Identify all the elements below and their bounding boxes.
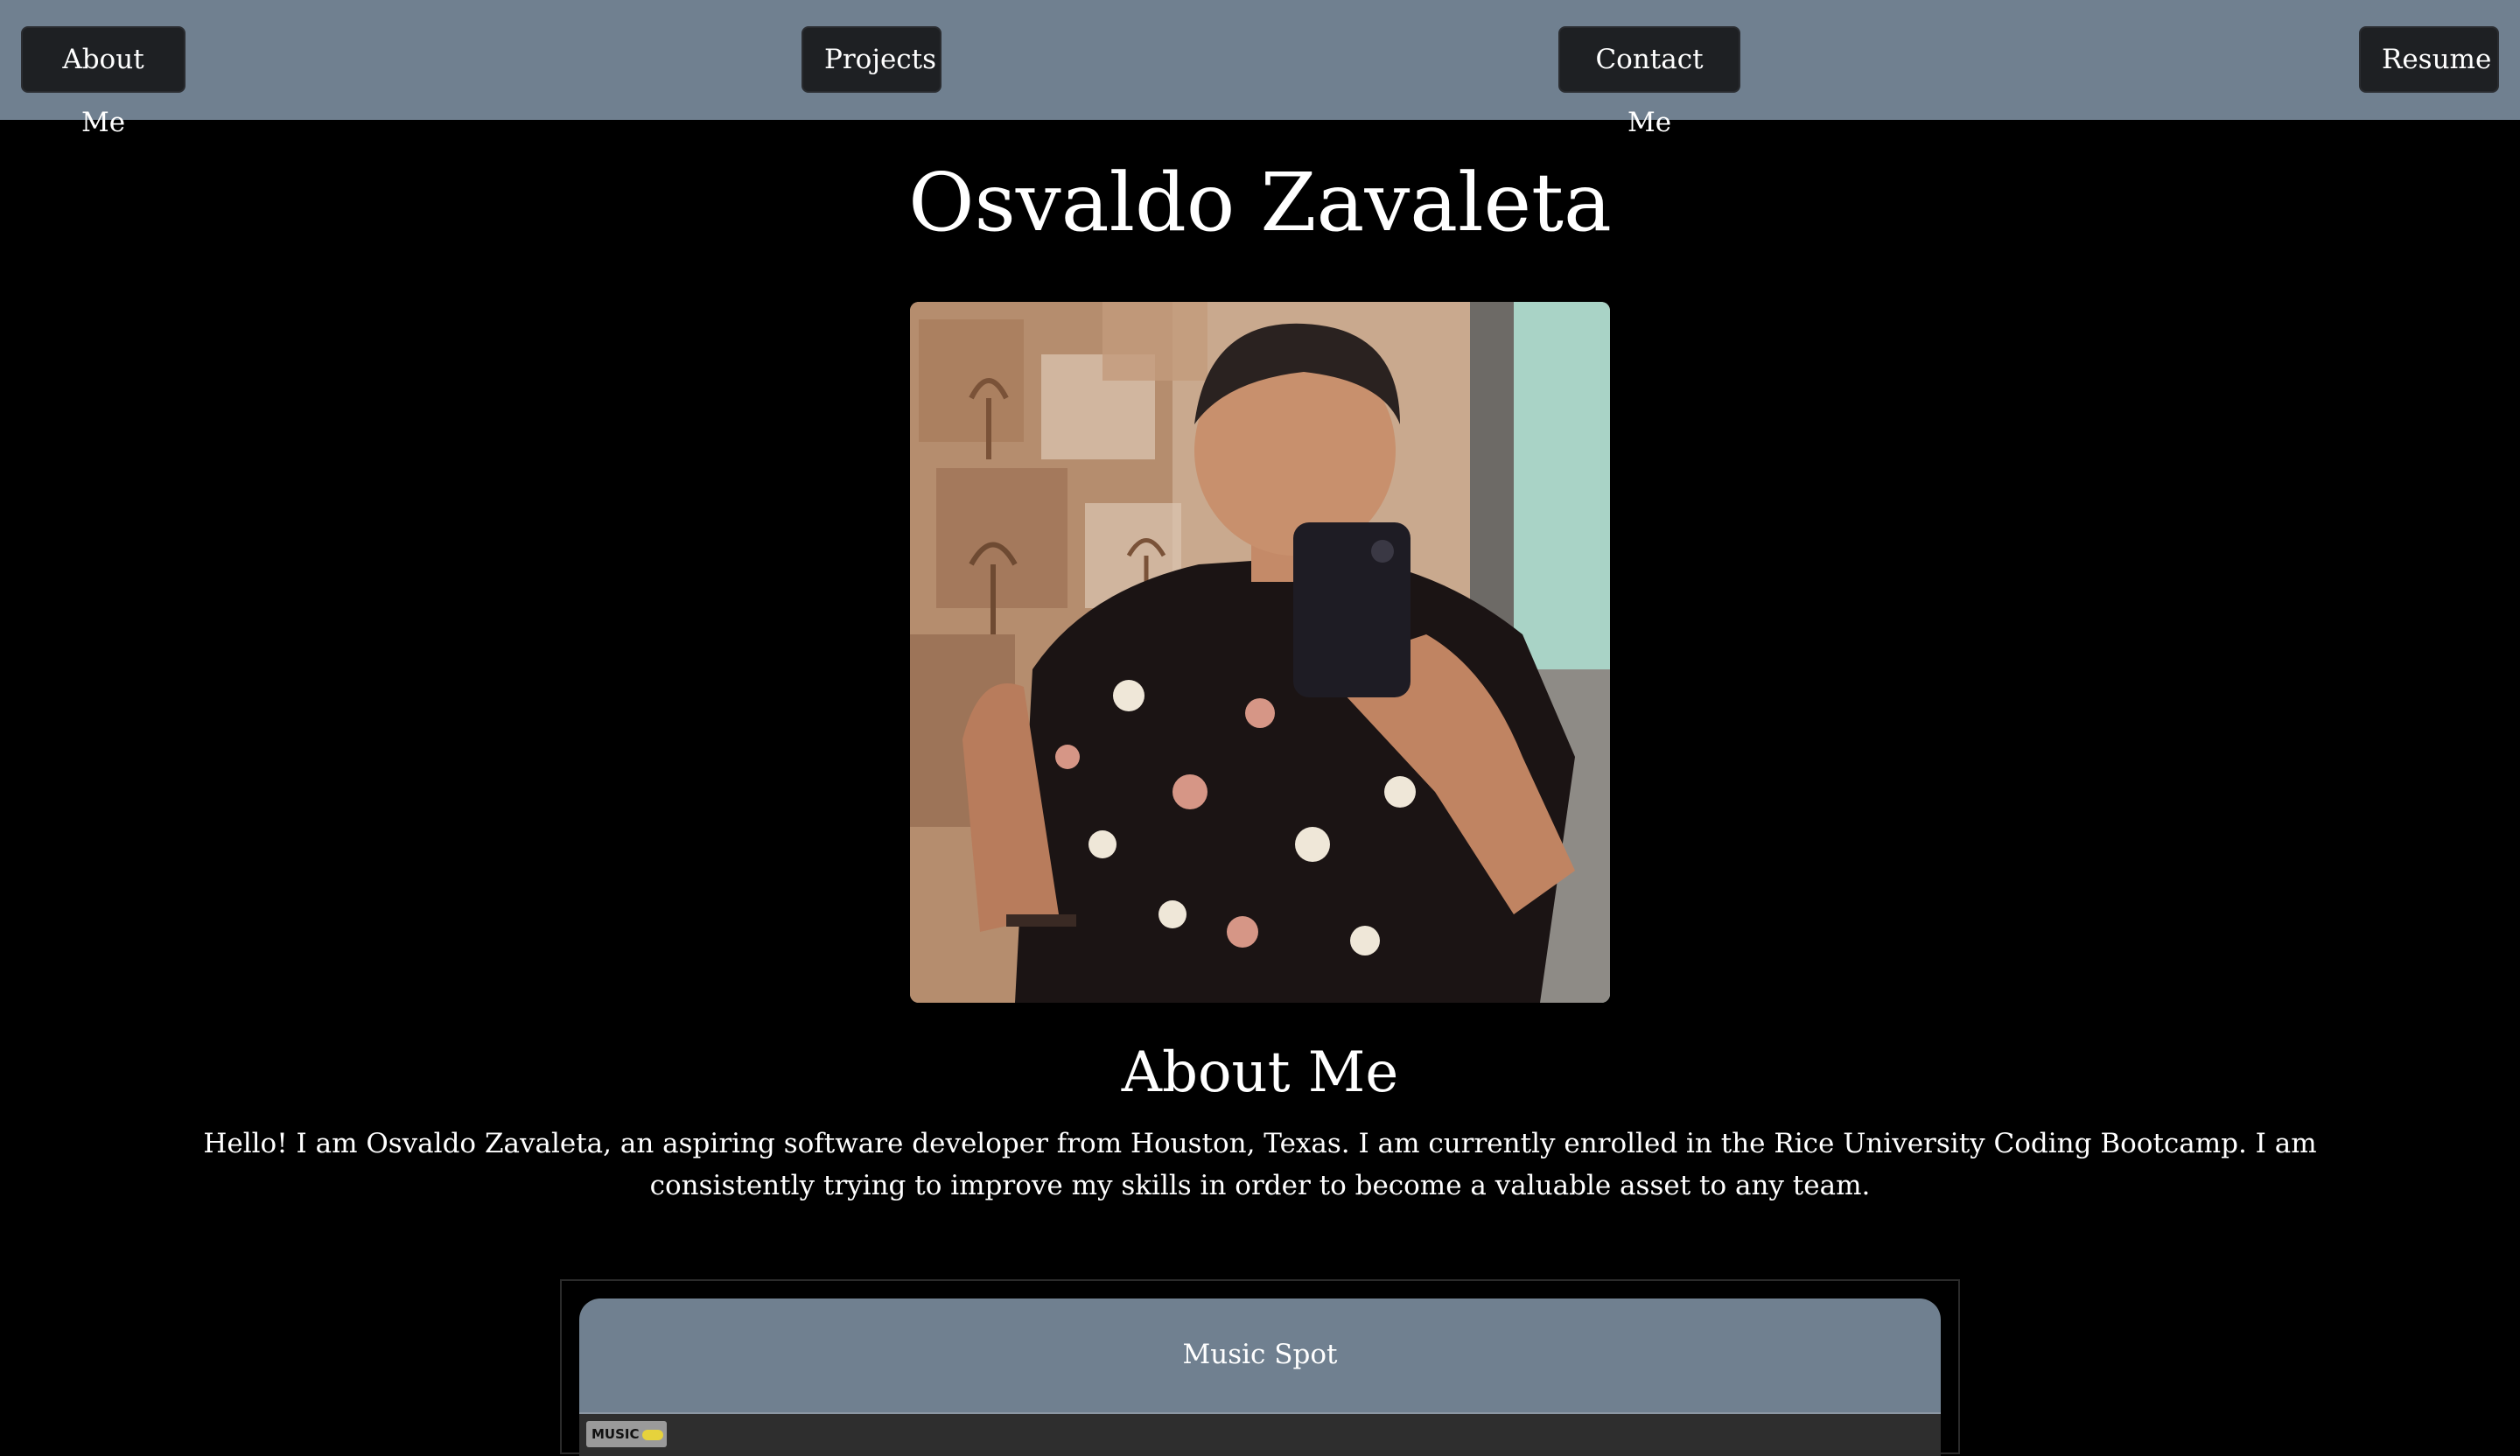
project-card-music-spot[interactable]: Music Spot MUSIC: [579, 1298, 1941, 1456]
about-me-text: Hello! I am Osvaldo Zavaleta, an aspirin…: [203, 1128, 2317, 1201]
top-navbar: About Me Projects Contact Me Resume: [0, 0, 2520, 138]
profile-photo: [910, 302, 1610, 1003]
contact-me-button[interactable]: Contact Me: [1558, 26, 1740, 138]
projects-button[interactable]: Projects: [802, 26, 942, 93]
about-me-heading: About Me: [1121, 1040, 1399, 1105]
resume-button[interactable]: Resume: [2359, 26, 2499, 93]
music-logo-text: MUSIC: [592, 1426, 640, 1442]
project-card-title: Music Spot: [1182, 1339, 1338, 1370]
about-me-button[interactable]: About Me: [21, 26, 186, 138]
project-preview-image[interactable]: MUSIC: [579, 1412, 1941, 1456]
page-title: Osvaldo Zavaleta: [908, 156, 1612, 249]
music-logo: MUSIC: [586, 1421, 667, 1447]
